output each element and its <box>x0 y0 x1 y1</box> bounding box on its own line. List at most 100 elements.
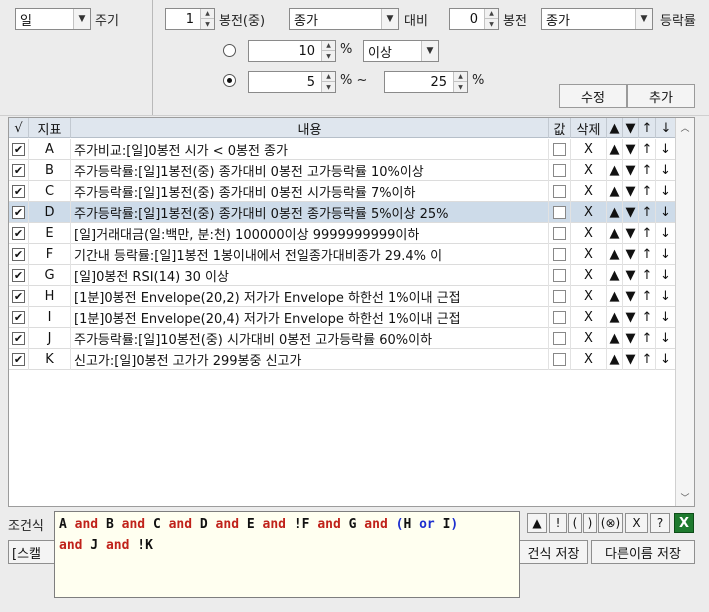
checkbox-cell[interactable] <box>549 223 571 244</box>
right-field-select[interactable]: 종가 ▼ <box>541 8 653 30</box>
move-up-icon[interactable]: ↑ <box>639 118 656 138</box>
help-button[interactable]: ? <box>650 513 670 533</box>
stepper-down-icon[interactable]: ▼ <box>484 19 498 29</box>
move-bottom-icon[interactable]: ▼ <box>623 349 639 370</box>
value-checkbox[interactable] <box>553 227 566 240</box>
table-row[interactable]: G[일]0봉전 RSI(14) 30 이상 X▲▼↑↓ <box>9 265 676 286</box>
table-row[interactable]: C주가등락률:[일]1봉전(중) 종가대비 0봉전 시가등락률 7%이하 X▲▼↑… <box>9 181 676 202</box>
checkbox-cell[interactable] <box>549 349 571 370</box>
clear-paren-button[interactable]: (⊗) <box>598 513 623 533</box>
move-down-icon[interactable]: ↓ <box>656 307 676 328</box>
stepper-down-icon[interactable]: ▼ <box>321 82 335 92</box>
range-to-stepper[interactable]: 25 ▲ ▼ <box>384 71 468 93</box>
row-checkbox[interactable] <box>12 290 25 303</box>
stepper-down-icon[interactable]: ▼ <box>321 51 335 61</box>
move-up-icon[interactable]: ↑ <box>639 223 656 244</box>
rate-threshold-radio[interactable] <box>223 44 236 57</box>
move-up-icon[interactable]: ↑ <box>639 328 656 349</box>
checkbox-cell[interactable] <box>549 265 571 286</box>
move-bottom-icon[interactable]: ▼ <box>623 160 639 181</box>
checkbox-cell[interactable] <box>9 244 29 265</box>
stepper-up-icon[interactable]: ▲ <box>484 9 498 19</box>
checkbox-cell[interactable] <box>549 160 571 181</box>
move-bottom-icon[interactable]: ▼ <box>623 181 639 202</box>
checkbox-cell[interactable] <box>9 328 29 349</box>
move-bottom-icon[interactable]: ▼ <box>623 139 639 160</box>
value-checkbox[interactable] <box>553 164 566 177</box>
value-checkbox[interactable] <box>553 353 566 366</box>
delete-button[interactable]: X <box>571 286 607 307</box>
value-checkbox[interactable] <box>553 332 566 345</box>
delete-button[interactable]: X <box>571 328 607 349</box>
move-bottom-icon[interactable]: ▼ <box>623 223 639 244</box>
move-bottom-icon[interactable]: ▼ <box>623 286 639 307</box>
threshold-stepper[interactable]: 10 ▲ ▼ <box>248 40 336 62</box>
rate-range-radio[interactable] <box>223 74 236 87</box>
formula-popup[interactable]: A and B and C and D and E and !F and G a… <box>54 511 520 598</box>
move-up-icon[interactable]: ↑ <box>639 307 656 328</box>
scroll-down-icon[interactable]: ﹀ <box>676 488 694 506</box>
value-checkbox[interactable] <box>553 290 566 303</box>
threshold-condition-select[interactable]: 이상 ▼ <box>363 40 439 62</box>
move-down-icon[interactable]: ↓ <box>656 244 676 265</box>
move-top-icon[interactable]: ▲ <box>607 349 623 370</box>
table-row[interactable]: K신고가:[일]0봉전 고가가 299봉중 신고가 X▲▼↑↓ <box>9 349 676 370</box>
right-offset-stepper[interactable]: 0 ▲ ▼ <box>449 8 499 30</box>
save-condition-button[interactable]: 건식 저장 <box>519 540 588 564</box>
move-up-icon[interactable]: ↑ <box>639 139 656 160</box>
move-down-icon[interactable]: ↓ <box>656 181 676 202</box>
move-top-icon[interactable]: ▲ <box>607 223 623 244</box>
move-top-icon[interactable]: ▲ <box>607 118 623 138</box>
checkbox-cell[interactable] <box>9 307 29 328</box>
move-up-icon[interactable]: ↑ <box>639 265 656 286</box>
chevron-down-icon[interactable]: ▼ <box>73 9 90 29</box>
table-row[interactable]: D주가등락률:[일]1봉전(중) 종가대비 0봉전 종가등락률 5%이상 25%… <box>9 202 676 223</box>
chevron-down-icon[interactable]: ▼ <box>421 41 438 61</box>
move-top-icon[interactable]: ▲ <box>607 265 623 286</box>
left-field-select[interactable]: 종가 ▼ <box>289 8 399 30</box>
table-row[interactable]: A주가비교:[일]0봉전 시가 < 0봉전 종가 X▲▼↑↓ <box>9 139 676 160</box>
move-up-icon[interactable]: ↑ <box>639 349 656 370</box>
row-checkbox[interactable] <box>12 311 25 324</box>
table-row[interactable]: J주가등락률:[일]10봉전(중) 시가대비 0봉전 고가등락률 60%이하 X▲… <box>9 328 676 349</box>
move-down-icon[interactable]: ↓ <box>656 118 676 138</box>
not-button[interactable]: ! <box>549 513 567 533</box>
move-bottom-icon[interactable]: ▼ <box>623 265 639 286</box>
close-paren-button[interactable]: ) <box>583 513 597 533</box>
checkbox-cell[interactable] <box>549 286 571 307</box>
period-select[interactable]: 일 ▼ <box>15 8 91 30</box>
move-down-icon[interactable]: ↓ <box>656 286 676 307</box>
move-top-icon[interactable]: ▲ <box>607 181 623 202</box>
value-checkbox[interactable] <box>553 185 566 198</box>
row-checkbox[interactable] <box>12 185 25 198</box>
move-down-icon[interactable]: ↓ <box>656 265 676 286</box>
scalping-button[interactable]: [스캘 <box>8 540 56 564</box>
move-up-icon[interactable]: ↑ <box>639 286 656 307</box>
move-top-icon[interactable]: ▲ <box>607 328 623 349</box>
vertical-scrollbar[interactable]: ︿ ﹀ <box>675 118 694 506</box>
move-up-icon[interactable]: ↑ <box>639 202 656 223</box>
value-checkbox[interactable] <box>553 311 566 324</box>
range-from-stepper[interactable]: 5 ▲ ▼ <box>248 71 336 93</box>
excel-icon[interactable]: X <box>674 513 694 533</box>
checkbox-cell[interactable] <box>549 244 571 265</box>
move-bottom-icon[interactable]: ▼ <box>623 328 639 349</box>
checkbox-cell[interactable] <box>9 139 29 160</box>
add-button[interactable]: 추가 <box>627 84 695 108</box>
move-top-icon[interactable]: ▲ <box>607 307 623 328</box>
checkbox-cell[interactable] <box>9 223 29 244</box>
delete-button[interactable]: X <box>571 160 607 181</box>
value-checkbox[interactable] <box>553 269 566 282</box>
checkbox-cell[interactable] <box>9 160 29 181</box>
row-checkbox[interactable] <box>12 353 25 366</box>
stepper-up-icon[interactable]: ▲ <box>200 9 214 19</box>
left-offset-stepper[interactable]: 1 ▲ ▼ <box>165 8 215 30</box>
row-checkbox[interactable] <box>12 164 25 177</box>
checkbox-cell[interactable] <box>549 328 571 349</box>
move-down-icon[interactable]: ↓ <box>656 202 676 223</box>
delete-button[interactable]: X <box>625 513 648 533</box>
chevron-down-icon[interactable]: ▼ <box>635 9 652 29</box>
delete-button[interactable]: X <box>571 244 607 265</box>
checkbox-cell[interactable] <box>9 349 29 370</box>
move-down-icon[interactable]: ↓ <box>656 160 676 181</box>
